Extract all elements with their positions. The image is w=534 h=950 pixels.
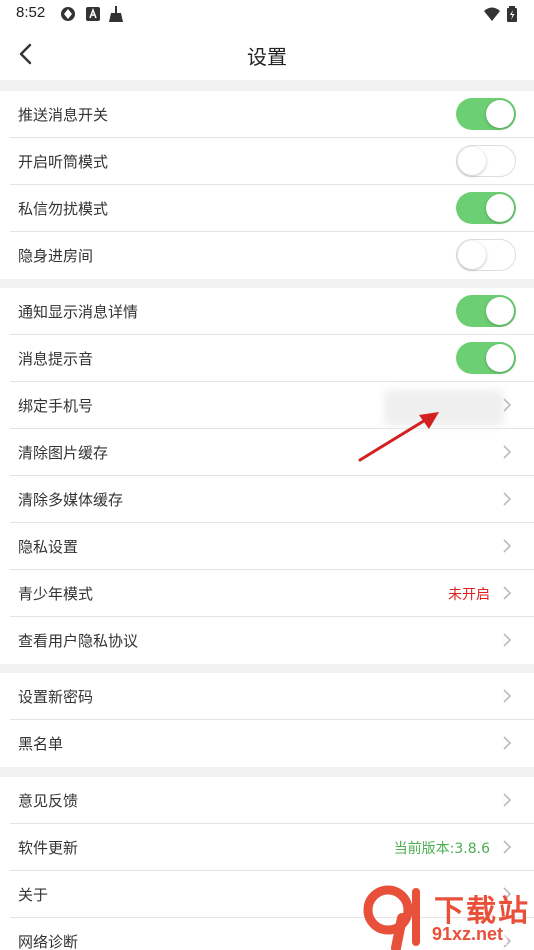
battery-icon: [507, 6, 517, 22]
chevron-right-icon: [503, 840, 512, 854]
settings-row[interactable]: 软件更新 当前版本:3.8.6: [10, 824, 534, 871]
settings-row[interactable]: 绑定手机号: [10, 382, 534, 429]
toggle-knob: [486, 297, 514, 325]
settings-row-label: 黑名单: [18, 735, 64, 753]
settings-row-label: 推送消息开关: [18, 106, 109, 124]
toggle-switch[interactable]: [456, 239, 516, 271]
settings-group: 设置新密码 黑名单: [0, 673, 534, 767]
status-bar: 8:52: [0, 0, 534, 28]
settings-row-label: 开启听筒模式: [18, 153, 109, 171]
vpn-shield-icon: [61, 7, 75, 21]
settings-row-label: 意见反馈: [18, 792, 79, 810]
settings-row-label: 清除多媒体缓存: [18, 491, 124, 509]
settings-row[interactable]: 推送消息开关: [10, 91, 534, 138]
settings-row-label: 设置新密码: [18, 688, 94, 706]
settings-row[interactable]: 私信勿扰模式: [10, 185, 534, 232]
chevron-right-icon: [503, 398, 512, 412]
settings-group: 通知显示消息详情 消息提示音绑定手机号清除图片缓存 清除多媒体缓存 隐私设置青少年模式…: [0, 288, 534, 664]
settings-row-label: 隐身进房间: [18, 247, 94, 265]
settings-row[interactable]: 青少年模式 未开启: [10, 570, 534, 617]
toggle-knob: [486, 100, 514, 128]
chevron-right-icon: [503, 633, 512, 647]
annotation-arrow-icon: [358, 412, 439, 462]
chevron-right-icon: [503, 445, 512, 459]
settings-row[interactable]: 清除多媒体缓存: [10, 476, 534, 523]
toggle-knob: [458, 241, 486, 269]
settings-row-label: 查看用户隐私协议: [18, 632, 139, 650]
settings-row-label: 软件更新: [18, 839, 79, 857]
settings-row[interactable]: 消息提示音: [10, 335, 534, 382]
chevron-right-icon: [503, 492, 512, 506]
settings-row[interactable]: 开启听筒模式: [10, 138, 534, 185]
watermark-url: 91xz.net: [428, 924, 508, 945]
toggle-switch[interactable]: [456, 192, 516, 224]
toggle-knob: [458, 147, 486, 175]
chevron-right-icon: [503, 793, 512, 807]
settings-row[interactable]: 设置新密码: [10, 673, 534, 720]
settings-row[interactable]: 查看用户隐私协议: [10, 617, 534, 664]
settings-row[interactable]: 隐身进房间: [10, 232, 534, 279]
settings-row[interactable]: 隐私设置: [10, 523, 534, 570]
toggle-switch[interactable]: [456, 145, 516, 177]
settings-row-label: 网络诊断: [18, 933, 79, 950]
page-title: 设置: [247, 45, 287, 69]
settings-row[interactable]: 意见反馈: [10, 777, 534, 824]
settings-row-label: 青少年模式: [18, 585, 94, 603]
settings-row-label: 关于: [18, 886, 49, 904]
chevron-right-icon: [503, 736, 512, 750]
settings-row-label: 消息提示音: [18, 350, 94, 368]
settings-row-label: 隐私设置: [18, 538, 79, 556]
toggle-switch[interactable]: [456, 342, 516, 374]
toggle-knob: [486, 344, 514, 372]
chevron-right-icon: [503, 586, 512, 600]
settings-row-label: 清除图片缓存: [18, 444, 109, 462]
chevron-right-icon: [503, 539, 512, 553]
text-a-icon: [86, 7, 100, 21]
wifi-icon: [484, 7, 500, 21]
broom-icon: [109, 6, 123, 22]
settings-row-label: 私信勿扰模式: [18, 200, 109, 218]
toggle-switch[interactable]: [456, 98, 516, 130]
watermark: 下载站 91xz.net: [362, 884, 534, 950]
chevron-right-icon: [503, 689, 512, 703]
settings-row[interactable]: 黑名单: [10, 720, 534, 767]
status-time: 8:52: [16, 4, 46, 21]
settings-group: 推送消息开关 开启听筒模式 私信勿扰模式 隐身进房间: [0, 91, 534, 279]
settings-row-value: 未开启: [448, 587, 490, 603]
title-bar: 设置: [0, 28, 534, 80]
settings-row-value: 当前版本:3.8.6: [393, 841, 490, 857]
settings-row[interactable]: 清除图片缓存: [10, 429, 534, 476]
settings-row[interactable]: 通知显示消息详情: [10, 288, 534, 335]
settings-row-label: 绑定手机号: [18, 397, 94, 415]
toggle-switch[interactable]: [456, 295, 516, 327]
toggle-knob: [486, 194, 514, 222]
settings-row-label: 通知显示消息详情: [18, 303, 139, 321]
watermark-logo-icon: [363, 885, 420, 950]
